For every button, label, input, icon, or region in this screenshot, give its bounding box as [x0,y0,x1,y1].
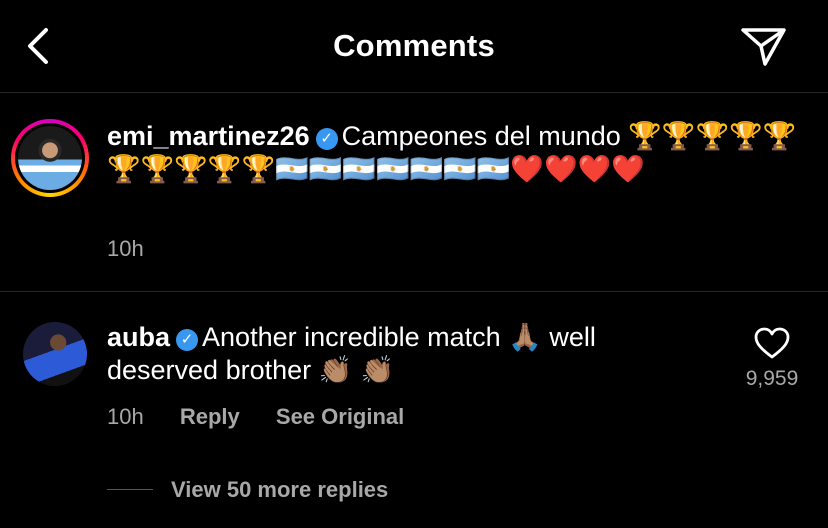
like-count: 9,959 [745,367,799,390]
caption-meta: 10h [107,236,174,262]
pray-emoji: 🙏🏽 [508,322,542,353]
caption-text: emi_martinez26 ✓ Campeones del mundo 🏆🏆🏆🏆🏆… [107,120,797,186]
see-original-button[interactable]: See Original [276,404,404,429]
header-bar: Comments [0,0,828,93]
page-title: Comments [333,28,495,63]
comment-timestamp: 10h [107,404,144,429]
comment-body-line1-end: well [549,322,596,352]
replies-divider [107,489,153,490]
post-caption: emi_martinez26 ✓ Campeones del mundo 🏆🏆🏆🏆🏆… [0,93,828,292]
clap-emoji: 👏🏽 👏🏽 [318,355,395,386]
comment-username[interactable]: auba [107,322,170,352]
caption-body: Campeones del mundo [341,121,621,151]
avatar [18,126,82,190]
comment-body-line2: deserved brother [107,355,312,385]
comment-meta: 10h Reply See Original [107,404,434,430]
comment-text: auba ✓ Another incredible match 🙏🏽 well de… [107,321,707,387]
story-ring-avatar[interactable] [11,119,89,197]
view-more-replies-button[interactable]: View 50 more replies [171,477,388,503]
comment-item: auba ✓ Another incredible match 🙏🏽 well de… [0,292,828,528]
avatar[interactable] [23,322,87,386]
heart-icon[interactable] [754,327,790,359]
caption-timestamp: 10h [107,236,144,261]
comment-body-line1: Another incredible match [202,322,501,352]
verified-badge-icon: ✓ [176,329,199,351]
verified-badge-icon: ✓ [315,128,338,150]
caption-username[interactable]: emi_martinez26 [107,121,310,151]
send-icon[interactable] [738,24,788,68]
reply-button[interactable]: Reply [180,404,240,429]
